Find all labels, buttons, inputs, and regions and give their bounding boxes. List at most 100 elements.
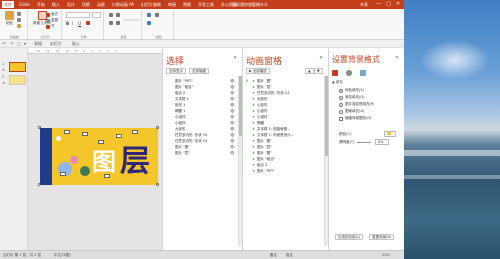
font-name-field[interactable]: [66, 12, 90, 18]
fill-bucket-icon[interactable]: [332, 70, 338, 76]
tab-transitions[interactable]: 切换: [80, 1, 92, 8]
radio-button[interactable]: [339, 109, 343, 114]
bold-button[interactable]: B: [66, 21, 69, 26]
arrange-button[interactable]: [155, 13, 159, 17]
move-up-button[interactable]: ▲: [305, 68, 314, 74]
list-item[interactable]: 小组件 👁: [166, 114, 236, 120]
eye-icon[interactable]: 👁: [230, 121, 236, 125]
gradient-fill-option[interactable]: 渐变填充(G): [339, 95, 364, 100]
close-icon[interactable]: ✕: [233, 55, 237, 61]
format-painter-button[interactable]: [17, 24, 21, 28]
transparency-slider[interactable]: [357, 142, 371, 143]
qat-insert[interactable]: 插入: [72, 41, 80, 47]
close-icon[interactable]: ✕: [395, 55, 399, 61]
close-icon[interactable]: ✕: [319, 55, 323, 61]
eye-icon[interactable]: 👁: [230, 127, 236, 131]
slide-circle[interactable]: [80, 166, 90, 176]
fill-section-header[interactable]: ▲ 填充: [332, 80, 343, 85]
notes-button[interactable]: 备注: [270, 253, 277, 258]
list-item[interactable]: 图片 "组合" 👁: [166, 84, 236, 90]
font-color-button[interactable]: [86, 21, 90, 25]
tell-me-search[interactable]: 告诉我你想要做什么: [232, 1, 268, 8]
play-all-button[interactable]: ▶ 全部播放: [246, 68, 270, 74]
layout-button[interactable]: 版式: [46, 12, 58, 17]
list-item[interactable]: 椭圆 1 👁: [166, 108, 236, 114]
effects-icon[interactable]: [346, 70, 352, 76]
reset-background-button[interactable]: 重置背景(B): [369, 234, 395, 240]
eye-icon[interactable]: 👁: [230, 139, 236, 143]
list-item[interactable]: 小组件 👁: [166, 120, 236, 126]
list-item[interactable]: 图片 "PPT" 👁: [166, 78, 236, 84]
slide-canvas[interactable]: 图 层: [40, 128, 158, 185]
tab-slideshow[interactable]: 幻灯片放映: [139, 1, 163, 8]
section-button[interactable]: 节: [46, 24, 55, 29]
copy-button[interactable]: [17, 18, 21, 22]
tab-design[interactable]: 设计: [65, 1, 77, 8]
slide-circle[interactable]: [70, 156, 78, 164]
picture-icon[interactable]: [360, 70, 366, 76]
resize-handle[interactable]: [156, 183, 159, 186]
eye-icon[interactable]: 👁: [230, 115, 236, 119]
show-all-button[interactable]: 全部显示: [166, 68, 186, 74]
screen-icon[interactable]: ▢: [17, 41, 21, 46]
shapes-button[interactable]: [147, 13, 151, 17]
slide-circle[interactable]: [56, 136, 61, 141]
reset-button[interactable]: 重置: [46, 18, 58, 23]
tab-insert[interactable]: 插入: [50, 1, 62, 8]
list-item[interactable]: ★ 图片 "PPT": [246, 168, 312, 174]
radio-button[interactable]: [339, 95, 343, 100]
eye-icon[interactable]: 👁: [230, 133, 236, 137]
list-item[interactable]: 图片 "图" 👁: [166, 144, 236, 150]
language-indicator[interactable]: 中文(中国): [54, 253, 71, 258]
customize-dropdown-icon[interactable]: ▾: [24, 41, 26, 46]
tab-review[interactable]: 审阅: [166, 1, 178, 8]
eye-icon[interactable]: 👁: [230, 103, 236, 107]
tab-view[interactable]: 视图: [181, 1, 193, 8]
tab-file[interactable]: 文件: [2, 1, 14, 8]
color-picker-button[interactable]: [384, 131, 396, 137]
eye-icon[interactable]: 👁: [230, 109, 236, 113]
slide-text-tu[interactable]: 图: [92, 142, 116, 177]
resize-handle[interactable]: [38, 183, 41, 186]
align-center-button[interactable]: [116, 21, 120, 25]
tab-islide[interactable]: iSlide: [17, 1, 32, 8]
list-item[interactable]: 大矩形 👁: [166, 126, 236, 132]
hide-all-button[interactable]: 全部隐藏: [189, 68, 209, 74]
share-button[interactable]: 共享: [360, 1, 368, 8]
list-item[interactable]: 文本框 1 👁: [166, 96, 236, 102]
eye-icon[interactable]: 👁: [230, 91, 236, 95]
hide-background-option[interactable]: 隐藏背景图形(H): [339, 116, 371, 121]
slide-thumbnail[interactable]: [9, 62, 26, 72]
apply-to-all-button[interactable]: 应用到全部(L): [335, 234, 364, 240]
zoom-level[interactable]: 22%: [382, 253, 390, 257]
transparency-field[interactable]: 0%: [375, 139, 389, 145]
eye-icon[interactable]: 👁: [230, 79, 236, 83]
undo-icon[interactable]: ↶: [3, 41, 6, 46]
comments-button[interactable]: 批注: [286, 253, 293, 258]
resize-handle[interactable]: [38, 126, 41, 129]
bullets-button[interactable]: [109, 13, 113, 17]
italic-button[interactable]: I: [72, 21, 73, 26]
list-item[interactable]: 矩形 1 👁: [166, 102, 236, 108]
slide-thumbnail[interactable]: [9, 75, 26, 85]
font-size-field[interactable]: [92, 12, 101, 18]
picture-fill-option[interactable]: 图片或纹理填充(P): [339, 102, 374, 107]
eye-icon[interactable]: 👁: [230, 97, 236, 101]
paste-button[interactable]: 粘贴: [5, 11, 14, 26]
eye-icon[interactable]: 👁: [230, 85, 236, 89]
move-down-button[interactable]: ▼: [314, 68, 323, 74]
close-icon[interactable]: ✕: [396, 1, 400, 8]
pattern-fill-option[interactable]: 图案填充(A): [339, 109, 364, 114]
slide-text-ceng[interactable]: 层: [120, 136, 150, 180]
checkbox[interactable]: [339, 116, 343, 121]
maximize-icon[interactable]: □: [386, 1, 391, 8]
cut-button[interactable]: [17, 12, 21, 16]
list-item[interactable]: 图片 "层" 👁: [166, 150, 236, 156]
radio-button[interactable]: [339, 88, 343, 93]
solid-fill-option[interactable]: 纯色填充(S): [339, 88, 364, 93]
quick-styles-button[interactable]: [147, 21, 151, 25]
qat-slide[interactable]: 幻灯片: [50, 41, 62, 47]
list-item[interactable]: 任意多边形: 形状 24 👁: [166, 138, 236, 144]
list-item[interactable]: 任意多边形: 形状 19 👁: [166, 132, 236, 138]
tab-home[interactable]: 开始: [35, 1, 47, 8]
